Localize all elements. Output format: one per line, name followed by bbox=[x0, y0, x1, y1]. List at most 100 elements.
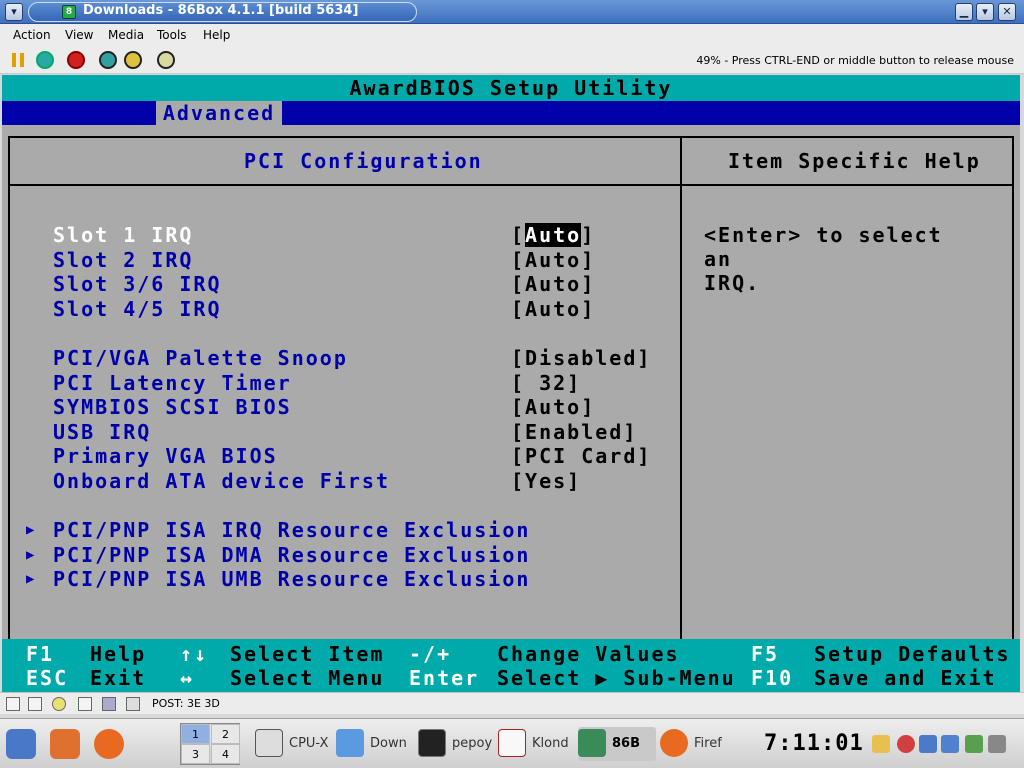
tab-advanced[interactable]: Advanced bbox=[156, 101, 282, 125]
option-slot45-irq[interactable]: Slot 4/5 IRQ bbox=[53, 297, 222, 321]
option-onboard-ata[interactable]: Onboard ATA device First bbox=[53, 469, 390, 493]
key-f1: F1 bbox=[26, 642, 55, 666]
bios-footer: F1 Help ↑↓ Select Item -/+ Change Values… bbox=[2, 639, 1020, 692]
submenu-arrow-icon: ▶ bbox=[26, 571, 37, 587]
desktop-taskbar: 1 2 3 4 CPU-X Down pepoy Klond 86B Firef… bbox=[0, 718, 1024, 768]
volume-icon[interactable] bbox=[988, 735, 1006, 753]
menu-media[interactable]: Media bbox=[108, 28, 144, 42]
option-slot1-irq[interactable]: Slot 1 IRQ bbox=[53, 223, 193, 247]
close-icon[interactable]: ✕ bbox=[998, 3, 1016, 21]
key-f5: F5 bbox=[751, 642, 780, 666]
emulator-statusbar: POST: 3E 3D bbox=[0, 692, 1024, 714]
key-enter: Enter bbox=[409, 666, 480, 690]
key-esc-desc: Exit bbox=[90, 666, 147, 690]
klipper-icon[interactable] bbox=[872, 735, 890, 753]
minimize-icon[interactable]: ▁ bbox=[955, 3, 973, 21]
option-value[interactable]: [Auto] bbox=[511, 395, 595, 419]
workspace-2[interactable]: 2 bbox=[211, 724, 240, 744]
workspace-pager: 1 2 3 4 bbox=[180, 723, 240, 765]
ctrl-alt-del-icon[interactable] bbox=[99, 51, 117, 69]
task-terminal[interactable]: pepoy bbox=[418, 727, 496, 761]
option-value[interactable]: [Auto] bbox=[511, 248, 595, 272]
workspace-1[interactable]: 1 bbox=[181, 724, 210, 744]
maximize-icon[interactable]: ▾ bbox=[976, 3, 994, 21]
start-menu-icon[interactable] bbox=[6, 729, 36, 759]
task-downloads[interactable]: Down bbox=[336, 727, 416, 761]
key-plusminus: -/+ bbox=[409, 642, 452, 666]
help-text: <Enter> to select an IRQ. bbox=[704, 223, 943, 295]
key-leftright: ↔ bbox=[180, 666, 195, 690]
option-symbios-scsi[interactable]: SYMBIOS SCSI BIOS bbox=[53, 395, 292, 419]
firefox-launcher-icon[interactable] bbox=[94, 729, 124, 759]
menu-help[interactable]: Help bbox=[203, 28, 230, 42]
bios-title: AwardBIOS Setup Utility bbox=[349, 76, 673, 100]
workspace-3[interactable]: 3 bbox=[181, 744, 210, 764]
pane-divider bbox=[8, 184, 1014, 186]
option-value[interactable]: [ 32] bbox=[511, 371, 581, 395]
pause-icon[interactable] bbox=[10, 51, 26, 69]
bios-tab-bar: Advanced bbox=[2, 101, 1020, 125]
window-title: Downloads - 86Box 4.1.1 [build 5634] bbox=[83, 3, 359, 18]
option-value[interactable]: [Yes] bbox=[511, 469, 581, 493]
menubar: Action View Media Tools Help bbox=[0, 24, 1024, 46]
clock[interactable]: 7:11:01 bbox=[764, 731, 864, 756]
home-icon[interactable] bbox=[50, 729, 80, 759]
menu-view[interactable]: View bbox=[65, 28, 93, 42]
toolbar: 49% - Press CTRL-END or middle button to… bbox=[0, 46, 1024, 74]
option-value[interactable]: [Disabled] bbox=[511, 346, 651, 370]
cdrom-icon[interactable] bbox=[52, 697, 66, 711]
floppy-icon[interactable] bbox=[28, 697, 42, 711]
pane-title: PCI Configuration bbox=[244, 149, 483, 173]
submenu-umb-exclusion[interactable]: PCI/PNP ISA UMB Resource Exclusion bbox=[53, 567, 530, 591]
option-primary-vga[interactable]: Primary VGA BIOS bbox=[53, 444, 278, 468]
task-firefox[interactable]: Firef bbox=[660, 727, 746, 761]
tux-icon bbox=[255, 729, 283, 757]
workspace-4[interactable]: 4 bbox=[211, 744, 240, 764]
floppy-icon[interactable] bbox=[6, 697, 20, 711]
option-latency-timer[interactable]: PCI Latency Timer bbox=[53, 371, 292, 395]
option-value[interactable]: [Auto] bbox=[511, 223, 595, 247]
option-value[interactable]: [PCI Card] bbox=[511, 444, 651, 468]
ctrl-alt-esc-icon[interactable] bbox=[124, 51, 142, 69]
task-klondike[interactable]: Klond bbox=[498, 727, 574, 761]
bios-screen[interactable]: AwardBIOS Setup Utility Advanced PCI Con… bbox=[2, 75, 1020, 692]
screenshot-icon[interactable] bbox=[965, 735, 983, 753]
menu-action[interactable]: Action bbox=[13, 28, 51, 42]
option-palette-snoop[interactable]: PCI/VGA Palette Snoop bbox=[53, 346, 348, 370]
sound-icon[interactable] bbox=[126, 697, 140, 711]
update-icon[interactable] bbox=[919, 735, 937, 753]
display-settings-icon[interactable] bbox=[941, 735, 959, 753]
firefox-icon bbox=[660, 729, 688, 757]
option-slot2-irq[interactable]: Slot 2 IRQ bbox=[53, 248, 193, 272]
selected-value[interactable]: Auto bbox=[525, 223, 582, 247]
reset-icon[interactable] bbox=[36, 51, 54, 69]
display-icon[interactable] bbox=[102, 697, 116, 711]
option-value[interactable]: [Enabled] bbox=[511, 420, 637, 444]
key-plusminus-desc: Change Values bbox=[497, 642, 680, 666]
task-cpux[interactable]: CPU-X bbox=[255, 727, 333, 761]
bios-header: AwardBIOS Setup Utility bbox=[2, 75, 1020, 101]
task-86box[interactable]: 86B bbox=[578, 727, 656, 761]
option-slot36-irq[interactable]: Slot 3/6 IRQ bbox=[53, 272, 222, 296]
window-titlebar: ▾ 8 Downloads - 86Box 4.1.1 [build 5634]… bbox=[0, 0, 1024, 24]
cards-icon bbox=[498, 729, 526, 757]
hdd-icon[interactable] bbox=[78, 697, 92, 711]
mouse-release-hint: 49% - Press CTRL-END or middle button to… bbox=[696, 54, 1014, 67]
folder-icon bbox=[336, 729, 364, 757]
option-value[interactable]: [Auto] bbox=[511, 272, 595, 296]
key-f10-desc: Save and Exit bbox=[814, 666, 997, 690]
menu-tools[interactable]: Tools bbox=[157, 28, 187, 42]
power-icon[interactable] bbox=[67, 51, 85, 69]
option-value[interactable]: [Auto] bbox=[511, 297, 595, 321]
submenu-dma-exclusion[interactable]: PCI/PNP ISA DMA Resource Exclusion bbox=[53, 543, 530, 567]
network-icon[interactable] bbox=[897, 735, 915, 753]
submenu-irq-exclusion[interactable]: PCI/PNP ISA IRQ Resource Exclusion bbox=[53, 518, 530, 542]
86box-app-icon: 8 bbox=[62, 5, 76, 19]
settings-icon[interactable] bbox=[157, 51, 175, 69]
post-code: POST: 3E 3D bbox=[152, 697, 220, 710]
option-usb-irq[interactable]: USB IRQ bbox=[53, 420, 151, 444]
window-menu-icon[interactable]: ▾ bbox=[5, 3, 23, 21]
terminal-icon bbox=[418, 729, 446, 757]
help-pane bbox=[682, 136, 1014, 690]
submenu-arrow-icon: ▶ bbox=[26, 547, 37, 563]
